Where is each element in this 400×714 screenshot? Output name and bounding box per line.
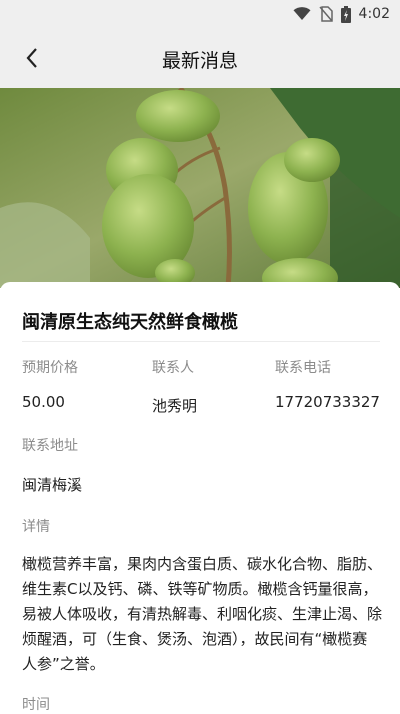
address-value: 闽清梅溪 xyxy=(22,476,83,494)
price-label: 预期价格 xyxy=(22,360,78,376)
phone-label: 联系电话 xyxy=(275,360,331,376)
product-card: 闽清原生态纯天然鲜食橄榄 预期价格 联系人 联系电话 50.00 池秀明 177… xyxy=(0,282,400,713)
phone-value[interactable]: 17720733327 xyxy=(275,393,380,411)
status-icons: 4:02 xyxy=(293,5,390,23)
product-title: 闽清原生态纯天然鲜食橄榄 xyxy=(22,312,238,333)
detail-label: 详情 xyxy=(22,519,50,535)
app-bar: 最新消息 xyxy=(0,28,400,88)
battery-icon xyxy=(340,5,351,23)
wifi-icon xyxy=(293,7,311,20)
contact-value: 池秀明 xyxy=(152,397,198,415)
page-title: 最新消息 xyxy=(161,50,238,72)
address-label: 联系地址 xyxy=(22,438,78,454)
status-bar: 4:02 xyxy=(0,0,400,28)
time-label: 时间 xyxy=(22,697,50,713)
status-time: 4:02 xyxy=(358,6,390,22)
contact-label: 联系人 xyxy=(152,360,194,376)
detail-text: 橄榄营养丰富，果肉内含蛋白质、碳水化合物、脂肪、维生素C以及钙、磷、铁等矿物质。… xyxy=(22,555,383,673)
product-image xyxy=(0,88,400,288)
divider xyxy=(22,341,380,342)
no-sim-icon xyxy=(318,6,333,22)
price-value: 50.00 xyxy=(22,393,65,411)
